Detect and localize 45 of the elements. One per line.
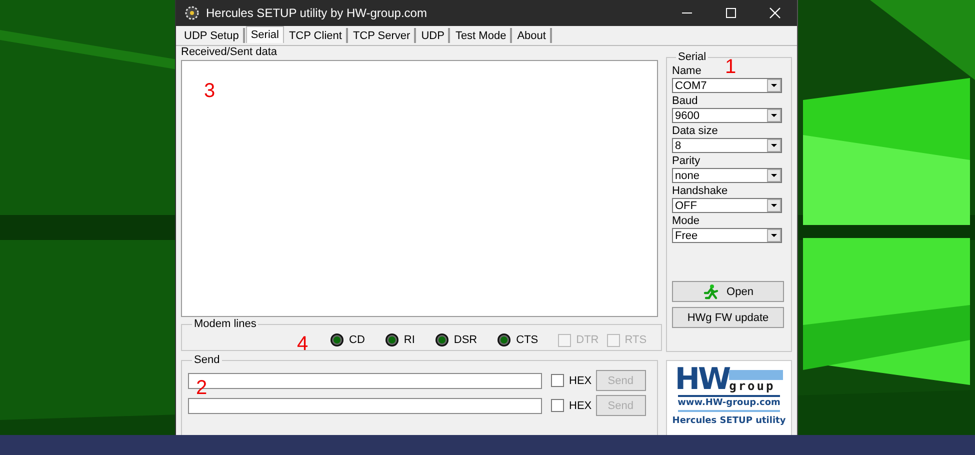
dropdown[interactable]: none [672, 168, 782, 183]
field-label: Handshake [672, 184, 728, 198]
dropdown[interactable]: OFF [672, 198, 782, 213]
logo-url: www.HW-group.com [678, 395, 780, 412]
checkbox-label: RTS [624, 334, 647, 346]
led-label: DSR [454, 334, 478, 346]
received-data-area[interactable]: 3 [181, 60, 658, 317]
window-title: Hercules SETUP utility by HW-group.com [206, 6, 427, 20]
group-title: Modem lines [193, 319, 258, 330]
checkbox-label: DTR [576, 334, 599, 346]
field-label: Data size [672, 124, 718, 138]
received-label: Received/Sent data [181, 46, 278, 58]
led-label: CD [349, 334, 365, 346]
dropdown[interactable]: COM7 [672, 78, 782, 93]
logo-word: group [729, 380, 776, 393]
led-icon [384, 333, 399, 347]
action-button[interactable]: Open [672, 281, 784, 302]
dropdown[interactable]: 9600 [672, 108, 782, 123]
annotation-number: 3 [204, 81, 216, 101]
led-icon [434, 333, 449, 347]
dropdown[interactable]: Free [672, 228, 782, 243]
led-icon [497, 333, 512, 347]
action-button[interactable]: HWg FW update [672, 307, 784, 328]
dropdown[interactable]: 8 [672, 138, 782, 153]
group-title: Send [193, 355, 221, 366]
led-label: RI [404, 334, 415, 346]
field-label: Baud [672, 94, 698, 108]
field-label: Parity [672, 154, 700, 168]
logo-bar [729, 370, 784, 380]
running-man-icon [702, 284, 719, 300]
led-icon [330, 333, 344, 347]
field-label: Name [672, 64, 702, 78]
annotation-number: 1 [725, 57, 736, 77]
group-title: Serial [677, 52, 708, 63]
annotation-number: 2 [196, 378, 208, 398]
field-label: Mode [672, 214, 700, 228]
led-label: CTS [516, 334, 538, 346]
checkbox-label: HEX [569, 400, 592, 412]
tab[interactable]: Serial [246, 26, 284, 43]
logo-mark: HW [674, 367, 730, 393]
annotation-number: 4 [297, 334, 308, 354]
checkbox-label: HEX [569, 374, 592, 386]
gear-icon [184, 5, 200, 21]
logo-product: Hercules SETUP utility [672, 415, 786, 428]
input-field[interactable] [188, 398, 542, 414]
